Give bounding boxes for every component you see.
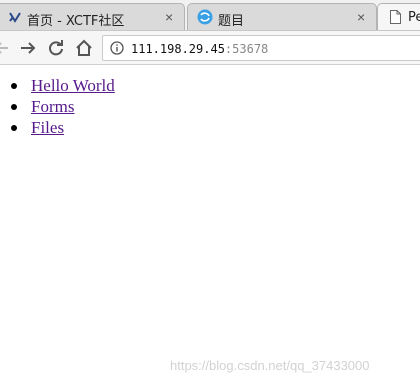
xctf-logo-icon (9, 12, 21, 23)
page-content: Hello World Forms Files (0, 65, 420, 386)
tab-title: Pe (408, 10, 420, 25)
info-icon[interactable] (110, 41, 124, 55)
address-bar[interactable]: 111.198.29.45:53678 (102, 35, 420, 61)
list-item: Hello World (11, 75, 115, 96)
site-logo-icon (197, 9, 213, 25)
hello-world-link[interactable]: Hello World (31, 76, 115, 95)
tab-strip: 首页 - XCTF社区 × 题目 × Pe (0, 0, 420, 31)
reload-icon[interactable] (46, 38, 66, 58)
back-arrow-icon[interactable] (0, 38, 12, 58)
url-port: :53678 (224, 42, 269, 56)
tab-current[interactable]: Pe (377, 3, 420, 30)
close-icon[interactable]: × (165, 9, 173, 25)
tab-challenge[interactable]: 题目 × (187, 3, 377, 30)
list-item: Files (11, 117, 115, 138)
close-icon[interactable]: × (357, 9, 365, 25)
link-list: Hello World Forms Files (11, 75, 115, 138)
home-icon[interactable] (74, 38, 94, 58)
browser-toolbar: 111.198.29.45:53678 (0, 31, 420, 65)
files-link[interactable]: Files (31, 118, 64, 137)
page-icon (390, 10, 401, 24)
forms-link[interactable]: Forms (31, 97, 74, 116)
tab-title: 题目 (218, 14, 245, 29)
tab-title: 首页 - XCTF社区 (27, 14, 125, 29)
forward-arrow-icon[interactable] (18, 38, 38, 58)
tab-xctf-home[interactable]: 首页 - XCTF社区 × (0, 3, 185, 30)
watermark: https://blog.csdn.net/qq_37433000 (170, 358, 370, 373)
list-item: Forms (11, 96, 115, 117)
url-host: 111.198.29.45 (131, 42, 225, 56)
url-text[interactable]: 111.198.29.45:53678 (131, 42, 268, 56)
